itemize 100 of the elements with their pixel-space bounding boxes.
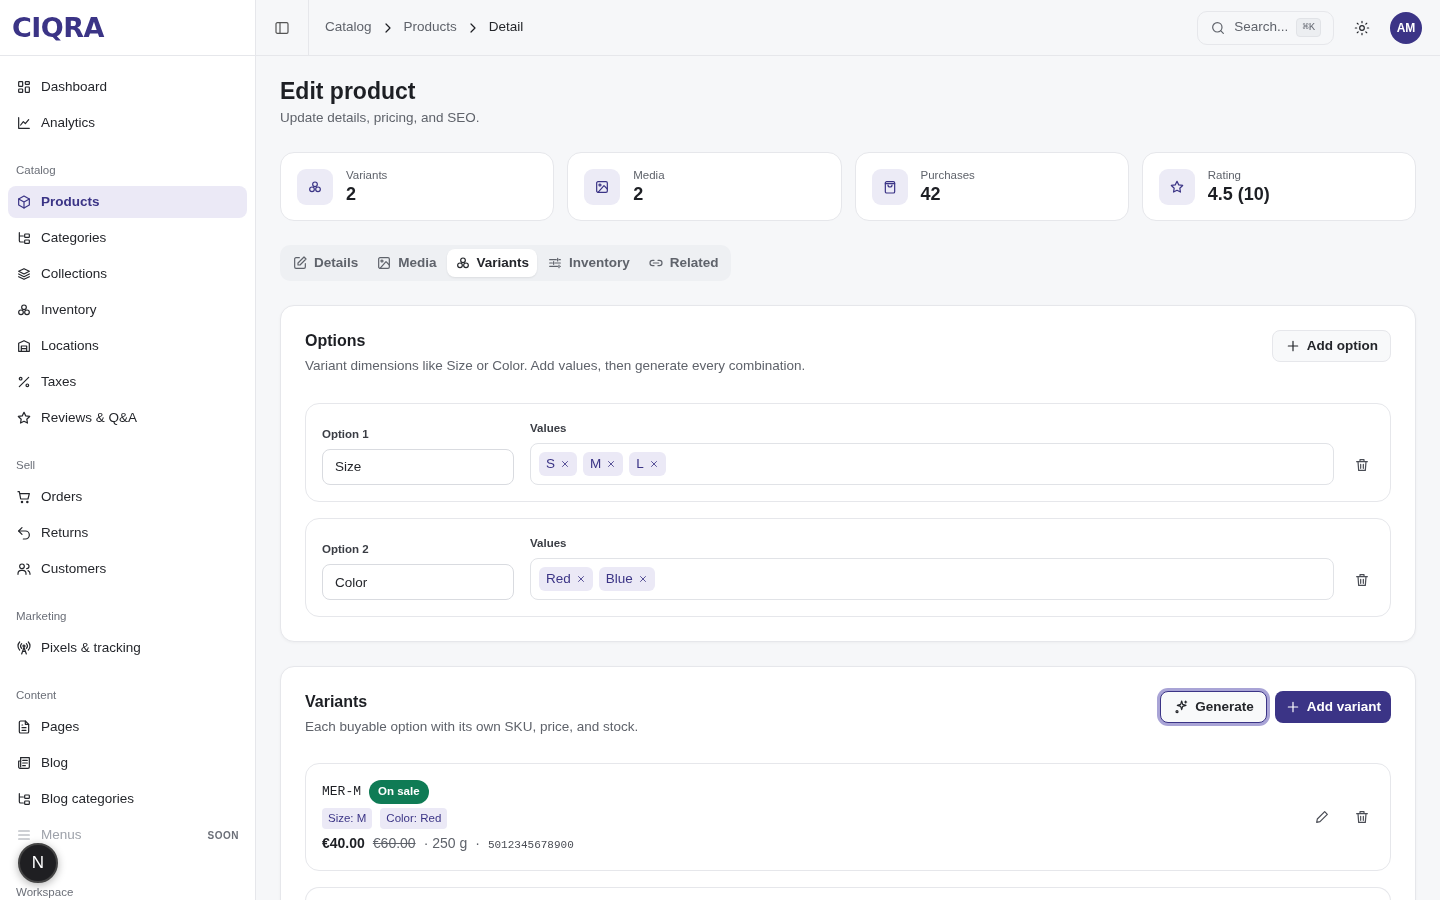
section-label: Sell [16, 458, 36, 473]
tab[interactable]: Variants [446, 249, 538, 278]
remove-value-button[interactable] [560, 458, 570, 469]
nav-item[interactable]: Orders [8, 481, 247, 513]
section-label: Content [16, 688, 57, 703]
nav-item[interactable]: Taxes [8, 366, 247, 398]
edit-icon [292, 255, 308, 272]
remove-value-button[interactable] [575, 574, 586, 584]
nav-item[interactable]: Inventory [8, 294, 247, 326]
circles-icon [307, 178, 323, 195]
building-icon [16, 338, 32, 354]
star-icon [16, 410, 32, 426]
remove-value-button[interactable] [606, 458, 617, 469]
barcode-text: 5012345678900 [487, 837, 574, 853]
nav-item[interactable]: Customers [8, 553, 247, 585]
tag-input-field[interactable]: S M L [530, 442, 1334, 485]
line-chart-icon [16, 115, 32, 131]
generate-button[interactable]: Generate [1160, 691, 1267, 723]
nav-item[interactable]: Categories [8, 222, 247, 254]
nav-item[interactable]: Reviews & Q&A [8, 402, 247, 434]
stat-value: 2 [633, 182, 645, 206]
undo-arrow-icon [16, 525, 32, 541]
weight-text: · 250 g [423, 833, 468, 853]
close-icon [575, 574, 586, 584]
add-option-button[interactable]: Add option [1271, 330, 1391, 363]
nav-item[interactable]: Returns [8, 517, 247, 549]
card-subtitle: Variant dimensions like Size or Color. Add values, then generate every combination. [305, 357, 806, 376]
dashboard-icon [16, 79, 32, 95]
stat-label: Rating [1207, 167, 1242, 182]
dev-tools-button[interactable]: N [18, 843, 58, 883]
tree-icon [16, 791, 32, 807]
image-icon [594, 178, 611, 195]
breadcrumb-current: Detail [488, 18, 524, 37]
search-icon [1210, 19, 1227, 36]
remove-value-button[interactable] [648, 458, 659, 469]
nav-item[interactable]: Blog categories [8, 783, 247, 815]
percent-icon [16, 374, 32, 390]
layers-icon [16, 266, 32, 282]
trash-icon [1354, 572, 1370, 588]
close-icon [606, 458, 617, 469]
user-avatar[interactable]: AM [1390, 11, 1422, 44]
input-field[interactable]: Color [322, 564, 514, 600]
close-icon [637, 574, 648, 584]
section-label: Catalog [16, 163, 56, 178]
shortcut-hint: ⌘K [1296, 17, 1321, 38]
soon-label: SOON [207, 828, 239, 843]
sparkle-icon [1173, 699, 1190, 715]
cube-icon [16, 194, 32, 210]
page-subtitle: Update details, pricing, and SEO. [280, 109, 481, 127]
chip-label: Blue [605, 569, 633, 588]
cart-icon [16, 489, 32, 505]
stat-value: 42 [920, 182, 942, 206]
nav-item[interactable]: Pages [8, 711, 247, 743]
tab[interactable]: Media [368, 249, 445, 278]
close-icon [560, 458, 570, 469]
users-icon [16, 561, 32, 577]
stat-value: 4.5 (10) [1207, 182, 1270, 206]
tab[interactable]: Inventory [539, 249, 638, 278]
add-variant-button[interactable]: Add variant [1274, 691, 1391, 723]
sku-text: MER-M [322, 783, 361, 802]
nav-item[interactable]: Blog [8, 747, 247, 779]
pencil-icon [1314, 809, 1330, 825]
sun-icon [1354, 19, 1370, 36]
chip-label: M [590, 454, 602, 473]
nav-item[interactable]: Analytics [8, 107, 247, 139]
tab[interactable]: Related [639, 249, 727, 278]
nav-item[interactable]: Products [8, 186, 247, 218]
remove-value-button[interactable] [637, 574, 648, 584]
circles-icon [16, 302, 32, 318]
image-icon [376, 255, 393, 272]
field-label: Values [530, 535, 568, 551]
stat-label: Variants [346, 167, 388, 182]
star-icon [1168, 178, 1185, 195]
newspaper-icon [16, 755, 32, 771]
chip-label: Red [546, 569, 571, 588]
card-subtitle: Each buyable option with its own SKU, price, and stock. [305, 718, 639, 736]
nav-item[interactable]: Locations [8, 330, 247, 362]
tag-input-field[interactable]: Red Blue [530, 558, 1334, 600]
card-title: Variants [305, 692, 369, 712]
breadcrumb-link[interactable]: Products [403, 17, 457, 38]
nav-item[interactable]: Pixels & tracking [8, 632, 247, 664]
chip-label: L [636, 454, 644, 473]
breadcrumb-link[interactable]: Catalog [325, 17, 372, 38]
brand-logo[interactable]: CIQRA [12, 14, 104, 41]
section-label: Marketing [16, 609, 67, 624]
field-label: Values [530, 420, 568, 436]
compare-price: €60.00 [372, 833, 416, 853]
tab[interactable]: Details [284, 249, 367, 278]
tree-icon [16, 230, 32, 246]
nav-item[interactable]: Collections [8, 258, 247, 290]
input-field[interactable]: Size [322, 448, 514, 485]
menu-icon [16, 827, 32, 843]
search-button[interactable]: Search... ⌘K [1197, 10, 1334, 45]
trash-icon [1354, 809, 1370, 825]
nav-item[interactable]: Dashboard [8, 71, 247, 103]
sidebar-icon [274, 19, 290, 36]
separator-dot: · [475, 833, 480, 853]
status-badge: On sale [369, 780, 429, 804]
trash-icon [1354, 456, 1370, 473]
stat-value: 2 [346, 182, 357, 206]
